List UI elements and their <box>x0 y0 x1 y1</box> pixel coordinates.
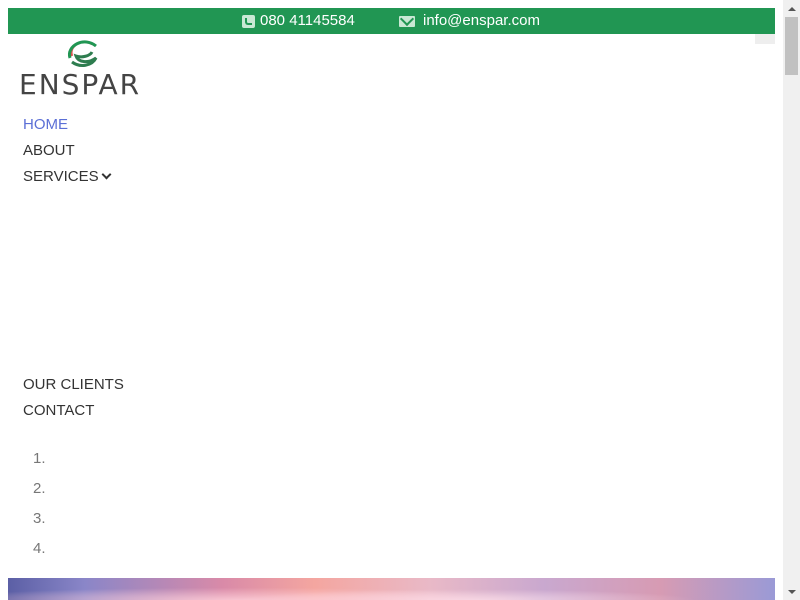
nav-item-contact[interactable]: CONTACT <box>23 401 94 421</box>
chevron-down-icon <box>101 169 112 180</box>
phone-number[interactable]: 080 41145584 <box>260 8 355 34</box>
envelope-icon <box>399 15 415 27</box>
hero-banner-image <box>8 578 775 600</box>
phone-contact[interactable]: 080 41145584 <box>242 8 355 34</box>
nav-item-our-clients[interactable]: OUR CLIENTS <box>23 375 124 395</box>
list-item-number: 2. <box>33 480 46 497</box>
nav-item-about[interactable]: ABOUT <box>23 141 75 161</box>
vertical-scrollbar[interactable] <box>783 0 800 600</box>
email-address[interactable]: info@enspar.com <box>423 8 540 34</box>
arrow-down-icon <box>787 589 796 594</box>
header-corner-decoration <box>755 34 775 44</box>
arrow-up-icon <box>787 6 796 11</box>
list-item-number: 1. <box>33 450 46 467</box>
enspar-swirl-logo-icon <box>67 40 98 67</box>
top-contact-bar: 080 41145584 info@enspar.com <box>8 8 775 34</box>
scroll-up-button[interactable] <box>783 0 800 17</box>
nav-item-services-label: SERVICES <box>23 168 99 185</box>
email-contact[interactable]: info@enspar.com <box>399 8 540 34</box>
list-item-number: 4. <box>33 540 46 557</box>
scrollbar-thumb[interactable] <box>785 17 798 75</box>
phone-icon <box>242 14 255 28</box>
logo-wordmark[interactable]: ENSPAR <box>19 70 141 100</box>
list-item-number: 3. <box>33 510 46 527</box>
nav-item-services[interactable]: SERVICES <box>23 167 112 187</box>
page-viewport: 080 41145584 info@enspar.com ENSPAR HOME… <box>0 0 800 600</box>
scroll-down-button[interactable] <box>783 583 800 600</box>
nav-item-home[interactable]: HOME <box>23 115 68 135</box>
